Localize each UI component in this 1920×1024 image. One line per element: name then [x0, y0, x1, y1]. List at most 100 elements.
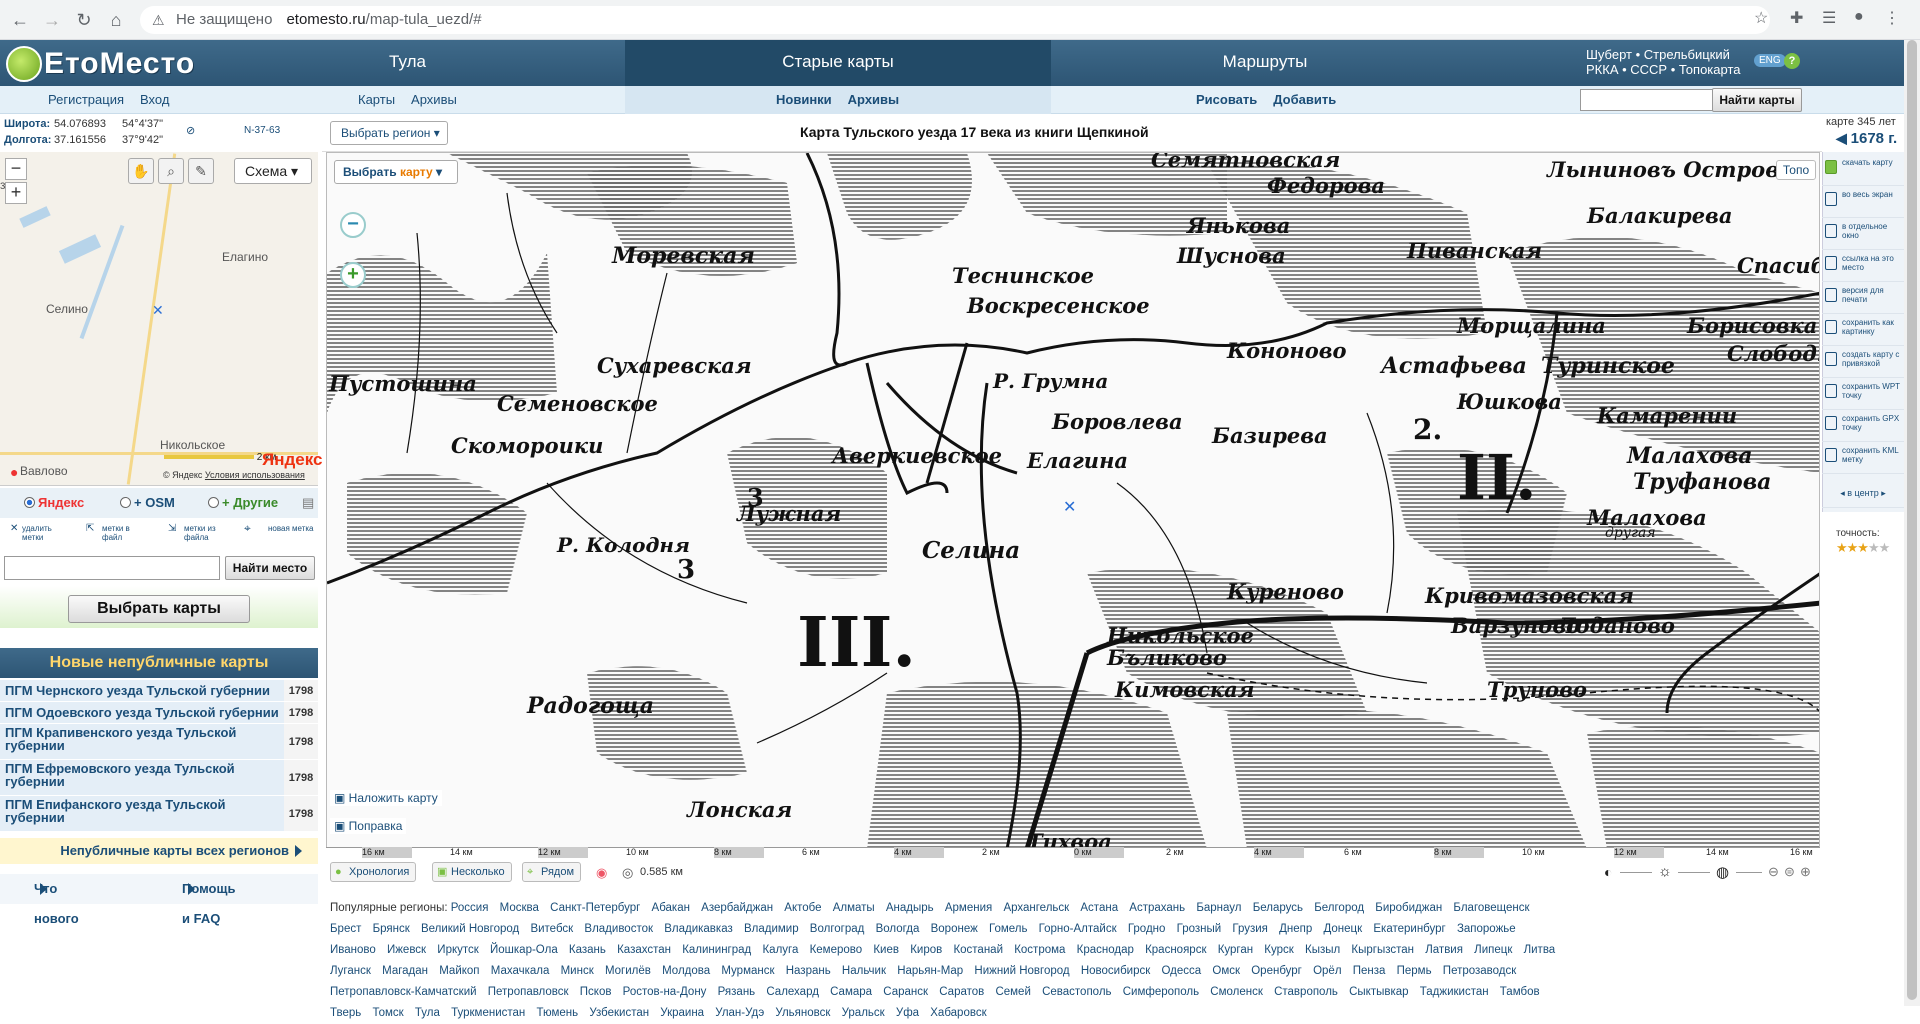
list-item[interactable]: ПГМ Чернского уезда Тульской губернии 179… [0, 680, 318, 702]
region-link[interactable]: Саранск [883, 986, 928, 998]
zoom-area-icon[interactable]: ⌕ [158, 158, 184, 184]
region-link[interactable]: Магадан [382, 965, 428, 977]
tula-maps-link[interactable]: Карты [358, 92, 395, 107]
region-link[interactable]: Нарьян-Мар [897, 965, 963, 977]
region-link[interactable]: Кострома [1014, 944, 1065, 956]
minimap-zoom-out-button[interactable]: − [5, 158, 27, 180]
region-link[interactable]: Сыктывкар [1349, 986, 1408, 998]
region-link[interactable]: Ульяновск [775, 1007, 830, 1019]
region-link[interactable]: Донецк [1323, 923, 1362, 935]
region-link[interactable]: Биробиджан [1375, 902, 1442, 914]
place-search-input[interactable] [4, 556, 220, 580]
map-item-title[interactable]: ПГМ Одоевского уезда Тульской губернии [5, 706, 280, 719]
region-link[interactable]: Армения [945, 902, 992, 914]
region-link[interactable]: Красноярск [1145, 944, 1206, 956]
reload-icon[interactable]: ↻ [72, 8, 96, 32]
delete-marks-button[interactable]: ✕ удалить метки [10, 524, 70, 543]
region-link[interactable]: Новосибирск [1081, 965, 1150, 977]
region-link[interactable]: Иваново [330, 944, 376, 956]
region-link[interactable]: Днепр [1279, 923, 1312, 935]
ruler-icon[interactable]: ✎ [188, 158, 214, 184]
action-link[interactable]: ссылка на это место [1822, 250, 1904, 282]
center-control[interactable]: ◂ в центр ▸ [1822, 478, 1904, 508]
list-item[interactable]: ПГМ Одоевского уезда Тульской губернии 17… [0, 702, 318, 724]
brightness-icon[interactable]: ☼ [1658, 863, 1672, 880]
region-link[interactable]: Астрахань [1129, 902, 1185, 914]
home-icon[interactable]: ⌂ [104, 8, 128, 32]
add-link[interactable]: Добавить [1273, 92, 1336, 107]
terms-link[interactable]: Условия использования [205, 470, 305, 480]
layer-other[interactable]: + Другие [208, 488, 278, 518]
zoom-out-button[interactable]: − [340, 212, 366, 238]
region-link[interactable]: Архангельск [1003, 902, 1069, 914]
old-map-view[interactable]: Моревская Теснинское Воскресенское Шусно… [326, 152, 1820, 848]
region-link[interactable]: Тула [415, 1007, 440, 1019]
region-link[interactable]: Молдова [662, 965, 710, 977]
region-link[interactable]: Пермь [1397, 965, 1432, 977]
region-link[interactable]: Ижевск [387, 944, 426, 956]
brightness-slider[interactable] [1678, 872, 1710, 873]
region-link[interactable]: Белгород [1314, 902, 1364, 914]
region-link[interactable]: Россия [451, 902, 489, 914]
region-link[interactable]: Кемерово [810, 944, 863, 956]
region-link[interactable]: Могилёв [605, 965, 651, 977]
region-link[interactable]: Мурманск [721, 965, 774, 977]
mini-map[interactable]: зкое Елагино Селино Никольское Вавлово ✕… [0, 152, 318, 486]
radio-icon[interactable] [120, 497, 131, 508]
region-link[interactable]: Владимир [744, 923, 799, 935]
bookmark-star-icon[interactable]: ☆ [1754, 8, 1768, 28]
header-links-line1[interactable]: Шуберт • Стрельбицкий [1586, 47, 1740, 62]
hand-tool-icon[interactable]: ✋ [128, 158, 154, 184]
region-link[interactable]: Грозный [1177, 923, 1222, 935]
region-link[interactable]: Тамбов [1500, 986, 1540, 998]
region-link[interactable]: Хабаровск [930, 1007, 986, 1019]
region-link[interactable]: Санкт-Петербург [550, 902, 640, 914]
region-link[interactable]: Горно-Алтайск [1039, 923, 1117, 935]
region-link[interactable]: Латвия [1425, 944, 1463, 956]
region-link[interactable]: Кыргызстан [1351, 944, 1414, 956]
region-link[interactable]: Азербайджан [701, 902, 773, 914]
reading-list-icon[interactable]: ☰ [1822, 8, 1836, 28]
tula-archives-link[interactable]: Архивы [411, 92, 457, 107]
choose-maps-button[interactable]: Выбрать карты [68, 595, 250, 623]
correction-link[interactable]: ▣ Поправка [330, 818, 407, 834]
region-link[interactable]: Улан-Удэ [715, 1007, 764, 1019]
region-link[interactable]: Брянск [373, 923, 410, 935]
region-select[interactable]: Выбрать регион ▾ [330, 121, 448, 145]
region-link[interactable]: Запорожье [1457, 923, 1516, 935]
map-item-title[interactable]: ПГМ Епифанского уезда Тульской губернии [5, 798, 280, 824]
overlay-map-link[interactable]: ▣ Наложить карту [330, 790, 442, 806]
region-link[interactable]: Майкоп [439, 965, 479, 977]
zoom-in-button[interactable]: + [340, 262, 366, 288]
region-link[interactable]: Казань [569, 944, 606, 956]
region-link[interactable]: Петропавловск [488, 986, 569, 998]
back-icon[interactable]: ← [8, 8, 32, 32]
action-download[interactable]: скачать карту [1822, 154, 1904, 186]
region-link[interactable]: Калининград [682, 944, 751, 956]
menu-tula[interactable]: Тула [190, 40, 625, 86]
menu-icon[interactable]: ⋮ [1884, 8, 1900, 28]
menu-routes[interactable]: Маршруты [1051, 40, 1479, 86]
extensions-icon[interactable]: ✚ [1790, 8, 1803, 28]
region-link[interactable]: Псков [580, 986, 612, 998]
prev-year-icon[interactable]: ◀ [1836, 130, 1851, 146]
region-link[interactable]: Смоленск [1210, 986, 1263, 998]
region-link[interactable]: Иркутск [437, 944, 479, 956]
region-link[interactable]: Минск [561, 965, 594, 977]
action-save-kml[interactable]: сохранить KML метку [1822, 442, 1904, 474]
region-link[interactable]: Владикавказ [664, 923, 733, 935]
register-link[interactable]: Регистрация [48, 92, 124, 107]
zoom-plus-icon[interactable]: ⊕ [1800, 864, 1811, 880]
region-link[interactable]: Краснодар [1077, 944, 1134, 956]
list-item[interactable]: ПГМ Крапивенского уезда Тульской губерни… [0, 724, 318, 760]
region-link[interactable]: Пенза [1353, 965, 1386, 977]
region-link[interactable]: Гродно [1128, 923, 1166, 935]
map-item-title[interactable]: ПГМ Чернского уезда Тульской губернии [5, 684, 280, 697]
region-link[interactable]: Петрозаводск [1443, 965, 1517, 977]
new-maps-link[interactable]: Новинки [776, 92, 832, 107]
region-link[interactable]: Костанай [953, 944, 1003, 956]
region-link[interactable]: Луганск [330, 965, 371, 977]
region-link[interactable]: Самара [830, 986, 872, 998]
region-link[interactable]: Уральск [842, 1007, 885, 1019]
region-link[interactable]: Калуга [762, 944, 798, 956]
